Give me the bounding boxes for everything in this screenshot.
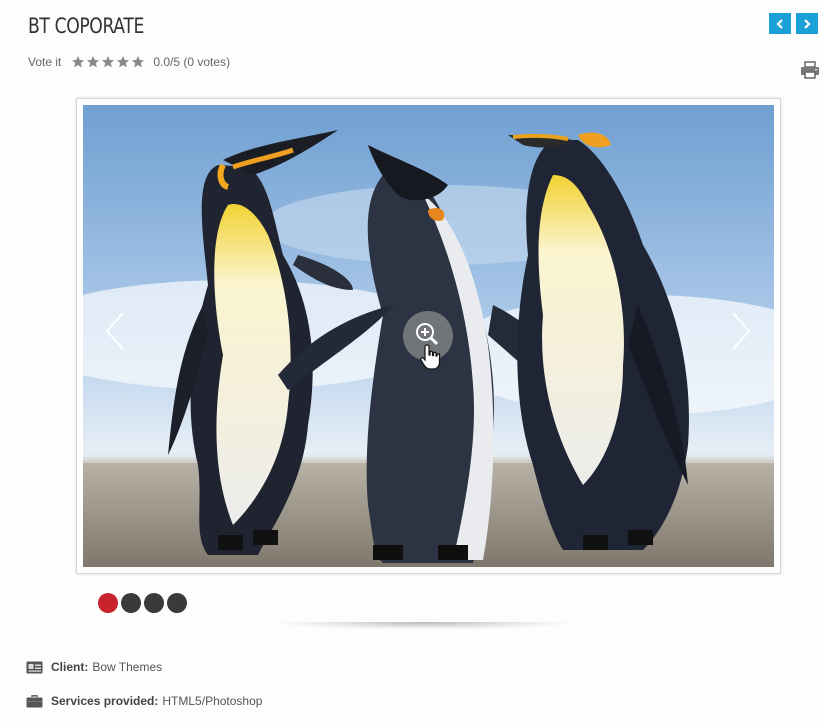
chevron-right-icon xyxy=(732,312,751,350)
slide-dot[interactable] xyxy=(98,593,118,613)
next-item-button[interactable] xyxy=(796,13,818,34)
slide-dot[interactable] xyxy=(121,593,141,613)
slide-dot[interactable] xyxy=(167,593,187,613)
services-label: Services provided: xyxy=(51,694,159,708)
slide-pagination xyxy=(98,593,190,613)
star-icon[interactable] xyxy=(131,55,145,69)
next-slide-button[interactable] xyxy=(727,311,755,351)
client-label: Client: xyxy=(51,660,89,674)
briefcase-icon xyxy=(26,694,43,707)
services-value: HTML5/Photoshop xyxy=(162,694,263,708)
page-title: BT COPORATE xyxy=(28,14,144,38)
chevron-right-icon xyxy=(804,18,811,29)
star-icon[interactable] xyxy=(71,55,85,69)
id-card-icon xyxy=(26,661,43,673)
services-row: Services provided: HTML5/Photoshop xyxy=(26,694,262,708)
gallery-slider xyxy=(76,98,781,574)
star-rating xyxy=(71,55,146,69)
vote-label: Vote it xyxy=(28,55,62,69)
previous-slide-button[interactable] xyxy=(101,311,129,351)
portfolio-detail-page: BT COPORATE Vote it 0.0/5 (0 votes) Clie… xyxy=(0,0,822,727)
star-icon[interactable] xyxy=(101,55,115,69)
star-icon[interactable] xyxy=(116,55,130,69)
previous-item-button[interactable] xyxy=(769,13,791,34)
rating-row: Vote it 0.0/5 (0 votes) xyxy=(28,55,230,69)
slide-dot[interactable] xyxy=(144,593,164,613)
gallery-photo[interactable] xyxy=(83,105,774,567)
divider-shadow xyxy=(270,622,580,630)
hand-cursor-icon xyxy=(420,344,441,370)
chevron-left-icon xyxy=(105,312,124,350)
rating-summary: 0.0/5 (0 votes) xyxy=(153,55,231,69)
printer-icon[interactable] xyxy=(800,61,820,79)
chevron-left-icon xyxy=(776,18,783,29)
client-value: Bow Themes xyxy=(92,660,163,674)
star-icon[interactable] xyxy=(86,55,100,69)
client-row: Client: Bow Themes xyxy=(26,660,162,674)
